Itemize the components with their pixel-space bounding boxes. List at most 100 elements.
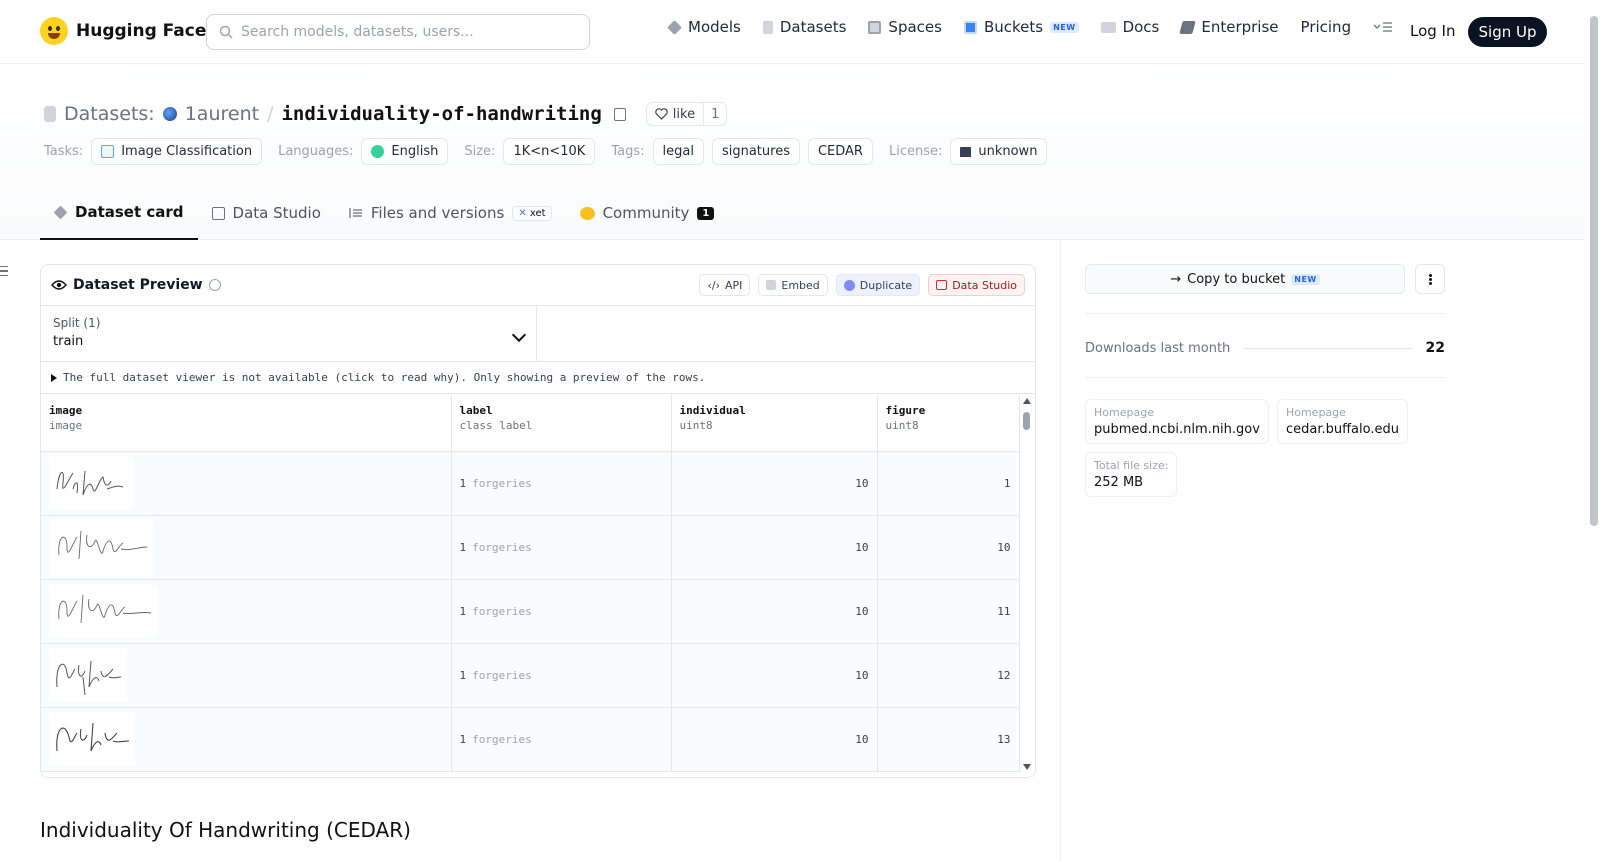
signature-image[interactable] xyxy=(49,712,135,766)
homepage-card[interactable]: Homepage cedar.buffalo.edu xyxy=(1276,399,1408,444)
data-studio-button-label: Data Studio xyxy=(952,278,1017,292)
split-select[interactable]: Split (1) train xyxy=(41,306,537,361)
new-badge: NEW xyxy=(1291,273,1320,285)
scroll-up-icon[interactable] xyxy=(1023,398,1031,404)
image-cell[interactable] xyxy=(41,643,452,708)
signature-image[interactable] xyxy=(49,456,133,510)
nav-datasets[interactable]: Datasets xyxy=(762,18,846,36)
dataset-preview-card: Dataset Preview ‹/› API Embed Duplicate D… xyxy=(40,264,1036,778)
figure-cell: 10 xyxy=(877,515,1020,580)
downloads-value: 22 xyxy=(1425,340,1445,356)
viewer-notice[interactable]: The full dataset viewer is not available… xyxy=(41,362,1035,394)
xet-icon: ✕ xyxy=(518,207,527,219)
toc-toggle-icon[interactable] xyxy=(0,266,8,276)
arrow-right-icon: → xyxy=(1170,271,1182,287)
like-button[interactable]: like 1 xyxy=(645,102,728,126)
dataset-header: Datasets: 1aurent / individuality-of-han… xyxy=(0,64,1584,240)
nav-pricing[interactable]: Pricing xyxy=(1301,18,1352,36)
figure-cell: 13 xyxy=(877,707,1020,772)
tab-dataset-card-label: Dataset card xyxy=(75,203,184,221)
split-label: Split (1) xyxy=(53,316,101,330)
signature-image[interactable] xyxy=(49,648,127,702)
table-row[interactable]: 1 forgeries 10 13 xyxy=(41,707,1020,772)
cube-icon xyxy=(667,19,682,35)
divider xyxy=(1085,377,1445,378)
image-classification-icon xyxy=(101,145,115,158)
login-link[interactable]: Log In xyxy=(1410,22,1456,40)
size-chip[interactable]: 1K<n<10K xyxy=(503,138,596,165)
scroll-thumb[interactable] xyxy=(1023,412,1030,430)
dataset-title-row: Datasets: 1aurent / individuality-of-han… xyxy=(44,102,728,126)
license-chip[interactable]: unknown xyxy=(950,138,1048,165)
tab-files[interactable]: Files and versions ✕ xet xyxy=(335,186,566,240)
scroll-down-icon[interactable] xyxy=(1023,764,1031,770)
nav-spaces[interactable]: Spaces xyxy=(868,18,942,36)
copy-icon[interactable] xyxy=(613,107,626,121)
community-count-badge: 1 xyxy=(697,206,715,220)
label-cell: 1 forgeries xyxy=(451,515,672,580)
nav-buckets[interactable]: Buckets NEW xyxy=(963,18,1079,36)
search-input[interactable] xyxy=(241,24,561,40)
dataset-name[interactable]: individuality-of-handwriting xyxy=(281,103,601,125)
data-studio-button[interactable]: Data Studio xyxy=(928,274,1025,296)
homepage-card[interactable]: Homepage pubmed.ncbi.nlm.nih.gov xyxy=(1085,399,1269,444)
signup-button[interactable]: Sign Up xyxy=(1468,17,1547,47)
image-cell[interactable] xyxy=(41,579,452,644)
figure-cell: 11 xyxy=(877,579,1020,644)
disclosure-triangle-icon xyxy=(51,373,57,382)
tag-chip-cedar[interactable]: CEDAR xyxy=(807,138,873,165)
nav-enterprise[interactable]: Enterprise xyxy=(1179,18,1279,36)
search-box[interactable] xyxy=(206,14,590,50)
tab-dataset-card[interactable]: Dataset card xyxy=(40,186,198,240)
files-icon xyxy=(349,208,362,218)
xet-badge: ✕ xet xyxy=(512,205,552,221)
preview-table: image image label class label individual ui… xyxy=(41,394,1020,772)
table-row[interactable]: 1 forgeries 10 12 xyxy=(41,643,1020,708)
more-options-button[interactable] xyxy=(1415,264,1445,294)
table-scrollbar[interactable] xyxy=(1022,398,1032,770)
table-row[interactable]: 1 forgeries 10 1 xyxy=(41,451,1020,516)
language-chip[interactable]: English xyxy=(361,138,449,165)
homepage-link[interactable]: cedar.buffalo.edu xyxy=(1286,422,1399,437)
nav-more[interactable] xyxy=(1373,21,1393,33)
homepage-link[interactable]: pubmed.ncbi.nlm.nih.gov xyxy=(1094,422,1260,437)
task-chip[interactable]: Image Classification xyxy=(91,138,263,165)
duplicate-button[interactable]: Duplicate xyxy=(835,274,921,296)
viewer-notice-text: The full dataset viewer is not available… xyxy=(63,371,706,384)
table-row[interactable]: 1 forgeries 10 11 xyxy=(41,579,1020,644)
tag-chip-signatures[interactable]: signatures xyxy=(711,138,800,165)
nav-spaces-label: Spaces xyxy=(888,18,942,36)
image-cell[interactable] xyxy=(41,451,452,516)
label-name: forgeries xyxy=(472,476,532,490)
nav-models[interactable]: Models xyxy=(667,18,741,36)
languages-label: Languages: xyxy=(278,144,354,159)
bucket-icon xyxy=(963,20,977,34)
tab-data-studio[interactable]: Data Studio xyxy=(198,186,335,240)
file-size-card: Total file size: 252 MB xyxy=(1085,452,1178,497)
figure-cell: 12 xyxy=(877,643,1020,708)
preview-header: Dataset Preview ‹/› API Embed Duplicate D… xyxy=(41,265,1035,306)
size-label: Size: xyxy=(464,144,496,159)
owner-link[interactable]: 1aurent xyxy=(185,103,259,125)
image-cell[interactable] xyxy=(41,515,452,580)
brand-logo[interactable]: Hugging Face xyxy=(40,17,206,45)
tab-community[interactable]: Community 1 xyxy=(566,186,729,240)
image-cell[interactable] xyxy=(41,707,452,772)
nav-docs[interactable]: Docs xyxy=(1100,18,1159,36)
signature-image[interactable] xyxy=(49,584,157,638)
api-button[interactable]: ‹/› API xyxy=(699,274,751,296)
embed-button[interactable]: Embed xyxy=(758,274,828,296)
owner-avatar[interactable] xyxy=(162,107,177,121)
menu-icon xyxy=(1373,22,1393,32)
tag-chip-legal[interactable]: legal xyxy=(652,138,704,165)
license-chip-label: unknown xyxy=(978,144,1038,159)
hugging-face-icon xyxy=(40,17,68,45)
signature-image[interactable] xyxy=(49,518,153,576)
page-scrollbar[interactable] xyxy=(1588,0,1600,861)
tab-files-label: Files and versions xyxy=(370,204,505,222)
tags-label: Tags: xyxy=(611,144,645,159)
page-scroll-thumb[interactable] xyxy=(1590,16,1598,526)
info-icon[interactable] xyxy=(208,279,221,291)
table-row[interactable]: 1 forgeries 10 10 xyxy=(41,515,1020,580)
copy-to-bucket-button[interactable]: → Copy to bucket NEW xyxy=(1085,264,1405,294)
